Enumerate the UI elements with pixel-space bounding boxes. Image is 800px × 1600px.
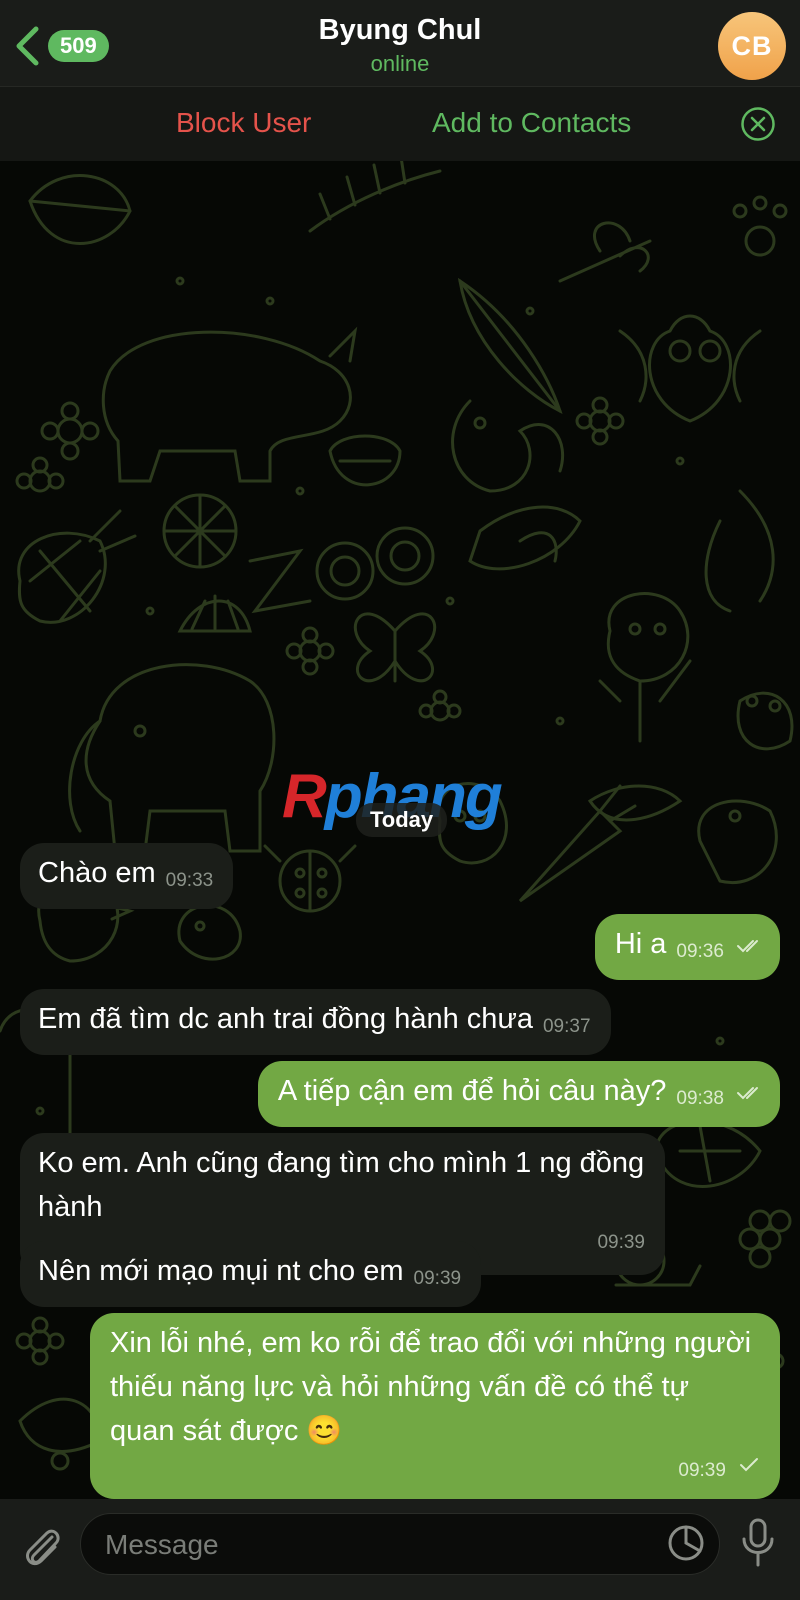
- message-input[interactable]: Message: [80, 1513, 720, 1575]
- message-bubble-outgoing[interactable]: Hi a 09:36: [594, 914, 780, 980]
- double-check-icon: [737, 1087, 758, 1100]
- message-time: 09:33: [165, 870, 214, 891]
- message-time: 09:39: [413, 1268, 462, 1289]
- message-text: Chào em: [38, 857, 156, 889]
- close-circle-icon: [741, 107, 775, 141]
- add-to-contacts-button[interactable]: Add to Contacts: [432, 107, 631, 139]
- chevron-left-icon: [16, 26, 39, 66]
- sticker-button[interactable]: [666, 1523, 706, 1568]
- contact-name: Byung Chul: [318, 14, 482, 46]
- message-bubble-incoming[interactable]: Chào em 09:33: [20, 843, 234, 909]
- sticker-icon: [668, 1525, 704, 1561]
- voice-record-button[interactable]: [740, 1517, 776, 1574]
- unread-count-badge: 509: [48, 30, 109, 62]
- message-time: 09:39: [597, 1232, 645, 1253]
- message-text: Nên mới mạo mụi nt cho em: [38, 1255, 404, 1287]
- avatar[interactable]: CB: [718, 12, 786, 80]
- contact-status: online: [370, 51, 430, 76]
- message-time: 09:37: [542, 1016, 591, 1037]
- attach-button[interactable]: [22, 1523, 62, 1574]
- microphone-icon: [742, 1518, 774, 1567]
- message-bubble-incoming[interactable]: Nên mới mạo mụi nt cho em 09:39: [20, 1241, 482, 1307]
- message-time: 09:38: [676, 1088, 724, 1109]
- back-button[interactable]: 509: [14, 24, 109, 68]
- message-text: Em đã tìm dc anh trai đồng hành chưa: [38, 1003, 533, 1035]
- check-icon: [740, 1458, 758, 1472]
- message-text: Xin lỗi nhé, em ko rỗi để trao đổi với n…: [110, 1327, 752, 1447]
- contact-action-bar: Block User Add to Contacts: [0, 86, 800, 162]
- block-user-button[interactable]: Block User: [176, 107, 311, 139]
- paperclip-icon: [26, 1529, 60, 1566]
- chat-title-block[interactable]: Byung Chul online: [200, 14, 600, 77]
- message-bubble-outgoing[interactable]: Xin lỗi nhé, em ko rỗi để trao đổi với n…: [90, 1313, 780, 1499]
- date-separator: Today: [356, 803, 448, 837]
- close-bar-button[interactable]: [740, 106, 776, 147]
- message-text: Ko em. Anh cũng đang tìm cho mình 1 ng đ…: [38, 1147, 645, 1223]
- message-text: Hi a: [614, 928, 667, 960]
- message-time: 09:36: [676, 941, 724, 962]
- composer-bar: Message: [0, 1499, 800, 1600]
- message-text: A tiếp cận em để hỏi câu này?: [277, 1075, 667, 1107]
- message-bubble-outgoing[interactable]: A tiếp cận em để hỏi câu này? 09:38: [257, 1061, 780, 1127]
- double-check-icon: [737, 940, 758, 953]
- chat-header: 509 Byung Chul online CB: [0, 0, 800, 86]
- message-bubble-incoming[interactable]: Em đã tìm dc anh trai đồng hành chưa 09:3…: [20, 989, 611, 1055]
- message-time: 09:39: [678, 1460, 726, 1481]
- message-list[interactable]: Rphang Today Chào em 09:33 Hi a 09:36 Em đ…: [0, 161, 800, 1499]
